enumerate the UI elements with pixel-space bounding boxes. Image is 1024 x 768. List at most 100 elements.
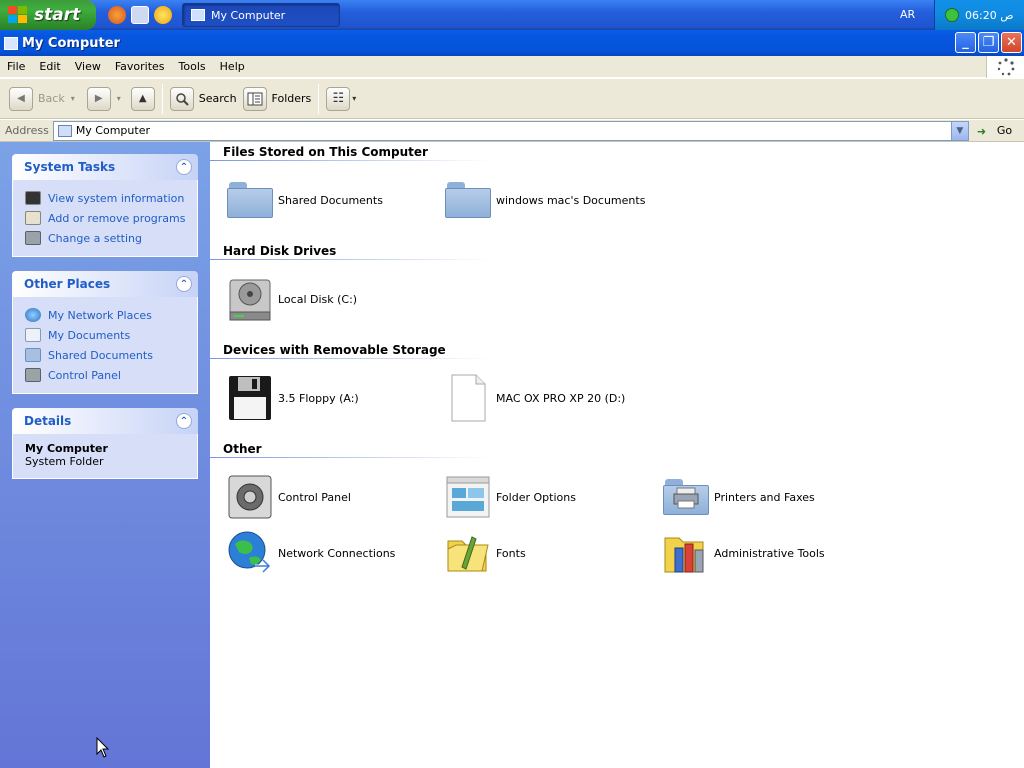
address-value: My Computer [75,124,150,137]
back-button[interactable]: ◀ Back ▾ [6,84,78,114]
menu-bar: File Edit View Favorites Tools Help [0,56,1024,78]
item-label: MAC OX PRO XP 20 (D:) [496,391,626,405]
views-dropdown-icon[interactable]: ▾ [352,94,356,103]
control-panel-icon [25,231,41,245]
menu-edit[interactable]: Edit [32,60,67,73]
menu-favorites[interactable]: Favorites [108,60,172,73]
item-label: Printers and Faxes [714,490,815,504]
folder-icon [25,348,41,362]
place-label: Shared Documents [48,348,153,362]
group-divider [210,160,490,161]
item-label: Shared Documents [278,193,383,207]
folder-options-icon [444,473,492,521]
mouse-cursor-icon [96,737,110,758]
start-button[interactable]: start [0,0,96,30]
place-control-panel[interactable]: Control Panel [25,365,187,385]
group-divider [210,457,490,458]
place-label: My Documents [48,328,131,342]
item-label: Administrative Tools [714,546,825,560]
forward-dropdown-icon[interactable]: ▾ [117,94,121,103]
details-title: Details [24,414,72,428]
address-input[interactable]: My Computer ▼ [52,120,969,141]
place-label: My Network Places [48,308,152,322]
collapse-chevron-icon[interactable]: ⌃ [176,276,192,292]
start-label: start [34,5,81,25]
taskbar: start My Computer AR ص 06:20 [0,0,1024,30]
group-title-hard-disks: Hard Disk Drives [223,244,337,258]
item-floppy-a[interactable]: 3.5 Floppy (A:) [226,374,359,422]
my-documents-icon [25,328,41,342]
views-button[interactable]: ☷ ▾ [323,84,359,114]
close-button[interactable]: ✕ [1001,32,1022,53]
hard-disk-icon [226,275,274,323]
messenger-icon[interactable] [154,6,172,24]
item-shared-documents[interactable]: Shared Documents [226,176,383,224]
menu-help[interactable]: Help [213,60,252,73]
task-change-setting[interactable]: Change a setting [25,228,187,248]
toolbar-separator [161,83,163,114]
folders-label: Folders [271,92,312,105]
other-places-header[interactable]: Other Places ⌃ [12,271,198,297]
up-button[interactable]: ▲ [128,84,158,114]
item-local-disk-c[interactable]: Local Disk (C:) [226,275,357,323]
task-add-remove-programs[interactable]: Add or remove programs [25,208,187,228]
item-network-connections[interactable]: Network Connections [226,529,395,577]
collapse-chevron-icon[interactable]: ⌃ [176,159,192,175]
window-titlebar[interactable]: My Computer _ ❐ ✕ [0,30,1024,56]
system-tasks-header[interactable]: System Tasks ⌃ [12,154,198,180]
item-label: windows mac's Documents [496,193,646,207]
menu-tools[interactable]: Tools [172,60,213,73]
item-fonts[interactable]: Fonts [444,529,526,577]
item-label: 3.5 Floppy (A:) [278,391,359,405]
group-title-files-stored: Files Stored on This Computer [223,145,428,159]
forward-button[interactable]: ▶ ▾ [84,84,124,114]
language-indicator[interactable]: AR [900,8,915,21]
views-icon: ☷ [326,86,351,111]
system-info-icon [25,191,41,205]
address-dropdown-icon[interactable]: ▼ [950,121,968,140]
control-panel-icon [226,473,274,521]
firefox-icon[interactable] [108,6,126,24]
printer-folder-icon [662,473,710,521]
taskbar-item-my-computer[interactable]: My Computer [182,3,340,27]
menu-view[interactable]: View [68,60,108,73]
item-user-documents[interactable]: windows mac's Documents [444,176,645,224]
item-drive-d[interactable]: MAC OX PRO XP 20 (D:) [444,374,625,422]
maximize-button[interactable]: ❐ [978,32,999,53]
task-label: View system information [48,191,185,205]
group-divider [210,259,490,260]
task-view-system-info[interactable]: View system information [25,188,187,208]
network-places-icon [25,308,41,322]
place-my-network-places[interactable]: My Network Places [25,305,187,325]
minimize-button[interactable]: _ [955,32,976,53]
windows-flag-icon [8,6,28,24]
other-places-title: Other Places [24,277,111,291]
window-title: My Computer [22,35,120,51]
back-label: Back [38,92,65,105]
collapse-chevron-icon[interactable]: ⌃ [176,413,192,429]
show-desktop-icon[interactable] [131,6,149,24]
item-label: Network Connections [278,546,396,560]
system-tasks-title: System Tasks [24,160,116,174]
folders-icon [242,86,267,111]
item-control-panel[interactable]: Control Panel [226,473,351,521]
place-label: Control Panel [48,368,121,382]
folders-button[interactable]: Folders [240,84,315,114]
network-tray-icon[interactable] [945,8,959,22]
details-header[interactable]: Details ⌃ [12,408,198,434]
menu-file[interactable]: File [0,60,32,73]
toolbar-separator [318,83,320,114]
my-computer-icon [57,124,72,137]
item-printers-faxes[interactable]: Printers and Faxes [662,473,815,521]
search-button[interactable]: Search [167,84,240,114]
go-label: Go [996,124,1013,137]
place-my-documents[interactable]: My Documents [25,325,187,345]
back-dropdown-icon[interactable]: ▾ [71,94,75,103]
place-shared-documents[interactable]: Shared Documents [25,345,187,365]
clock[interactable]: ص 06:20 [965,9,1014,22]
go-button[interactable]: ➜ Go [977,124,1013,138]
address-bar: Address My Computer ▼ ➜ Go [0,120,1024,142]
item-folder-options[interactable]: Folder Options [444,473,576,521]
item-administrative-tools[interactable]: Administrative Tools [662,529,825,577]
group-divider [210,358,490,359]
